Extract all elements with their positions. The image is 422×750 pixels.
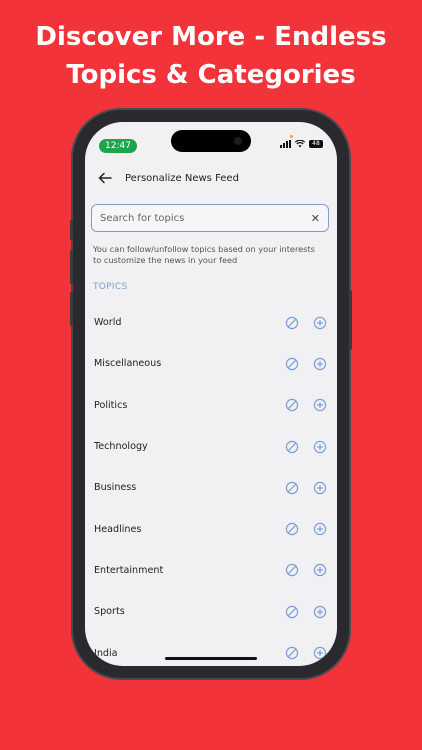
phone-screen: 12:47 48 Personalize News Feed ✕	[85, 122, 337, 666]
topic-row: Sports	[85, 591, 337, 632]
status-time: 12:47	[99, 139, 137, 153]
plus-circle-icon[interactable]	[313, 398, 327, 412]
battery-icon: 48	[309, 140, 323, 148]
plus-circle-icon[interactable]	[313, 357, 327, 371]
signal-icon	[280, 140, 291, 148]
promo-line-2: Topics & Categories	[66, 60, 356, 90]
block-icon[interactable]	[285, 398, 299, 412]
side-button-silent	[70, 220, 73, 240]
topic-name: Sports	[94, 606, 125, 618]
search-box: ✕	[91, 204, 329, 232]
topic-row: Technology	[85, 426, 337, 467]
topic-row: World	[85, 302, 337, 343]
topic-list: World Miscellaneous Politics Technology	[85, 302, 337, 666]
home-indicator[interactable]	[165, 657, 257, 660]
plus-circle-icon[interactable]	[313, 481, 327, 495]
topic-row: India	[85, 632, 337, 666]
wifi-icon	[295, 140, 305, 148]
dynamic-island	[171, 130, 251, 152]
block-icon[interactable]	[285, 481, 299, 495]
topic-name: Politics	[94, 399, 128, 411]
block-icon[interactable]	[285, 646, 299, 660]
close-icon[interactable]: ✕	[311, 213, 320, 224]
promo-headline: Discover More - Endless Topics & Categor…	[0, 18, 422, 94]
topic-name: Headlines	[94, 523, 142, 535]
camera-dot	[234, 137, 242, 145]
plus-circle-icon[interactable]	[313, 605, 327, 619]
mic-indicator	[290, 135, 293, 138]
promo-line-1: Discover More - Endless	[35, 22, 387, 52]
plus-circle-icon[interactable]	[313, 563, 327, 577]
topic-name: Miscellaneous	[94, 358, 162, 370]
plus-circle-icon[interactable]	[313, 646, 327, 660]
topic-row: Miscellaneous	[85, 343, 337, 384]
block-icon[interactable]	[285, 563, 299, 577]
arrow-left-icon[interactable]	[97, 170, 113, 186]
topic-row: Entertainment	[85, 550, 337, 591]
status-icons: 48	[280, 140, 323, 148]
topic-name: Business	[94, 482, 137, 494]
block-icon[interactable]	[285, 316, 299, 330]
plus-circle-icon[interactable]	[313, 522, 327, 536]
helper-text: You can follow/unfollow topics based on …	[93, 244, 315, 265]
topic-name: Technology	[94, 441, 148, 453]
block-icon[interactable]	[285, 440, 299, 454]
page-title: Personalize News Feed	[125, 172, 239, 184]
block-icon[interactable]	[285, 357, 299, 371]
plus-circle-icon[interactable]	[313, 440, 327, 454]
topic-name: Entertainment	[94, 564, 164, 576]
section-label-topics: TOPICS	[93, 282, 128, 292]
search-input[interactable]	[100, 212, 311, 224]
side-button-power	[349, 290, 352, 350]
block-icon[interactable]	[285, 605, 299, 619]
nav-bar: Personalize News Feed	[97, 170, 239, 186]
topic-name: World	[94, 317, 122, 329]
plus-circle-icon[interactable]	[313, 316, 327, 330]
block-icon[interactable]	[285, 522, 299, 536]
topic-row: Politics	[85, 385, 337, 426]
phone-frame: 12:47 48 Personalize News Feed ✕	[70, 110, 352, 678]
topic-row: Business	[85, 467, 337, 508]
side-button-volume-up	[70, 250, 73, 284]
side-button-volume-down	[70, 292, 73, 326]
topic-row: Headlines	[85, 508, 337, 549]
